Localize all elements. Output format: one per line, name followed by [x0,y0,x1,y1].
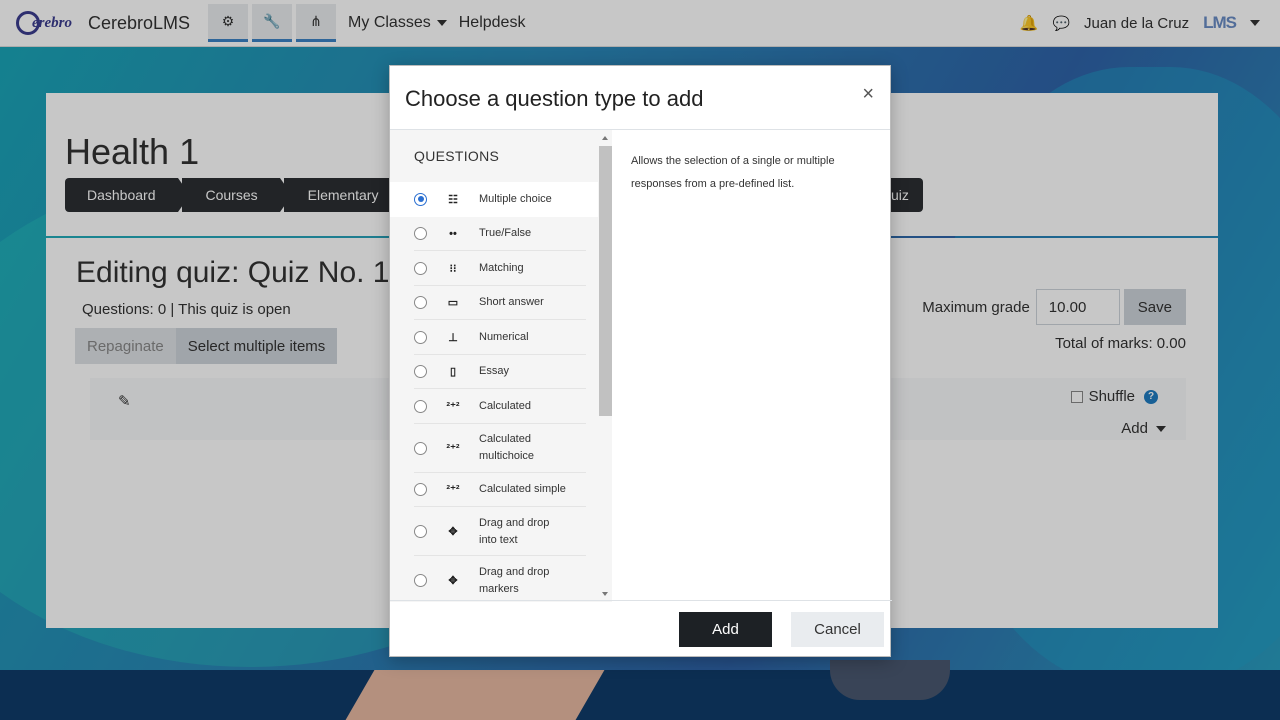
question-type-list[interactable]: QUESTIONS ☷ Multiple choice •• True/False ⁝⁝… [390,130,612,602]
scroll-thumb[interactable] [599,146,612,416]
question-type-radio[interactable] [414,399,427,413]
question-type-item[interactable]: ☷ Multiple choice [390,182,612,217]
matching-icon: ⁝⁝ [449,262,457,275]
move-arrows-icon: ✥ [448,526,458,538]
question-type-radio[interactable] [414,441,427,455]
close-icon[interactable]: × [862,84,874,104]
dialog-body: QUESTIONS ☷ Multiple choice •• True/False ⁝⁝… [390,130,892,602]
question-type-label: Matching [479,261,524,274]
question-type-label: Drag and drop into text [479,516,550,546]
question-type-item[interactable]: ⊥ Numerical [390,320,612,355]
question-type-radio[interactable] [414,296,427,310]
question-type-item[interactable]: ▯ Essay [390,355,612,390]
question-type-radio[interactable] [414,330,427,344]
question-type-item[interactable]: ▭ Short answer [390,286,612,321]
scroll-up-icon[interactable] [602,136,608,140]
question-type-item[interactable]: ✥ Drag and drop into text [390,507,612,556]
question-type-item[interactable]: ✥ Drag and drop markers [390,556,612,602]
question-type-item[interactable]: ⁝⁝ Matching [390,251,612,286]
calculated-simple-icon: ²⁺² [446,484,460,497]
two-dots-icon: •• [449,227,457,240]
dialog-footer: Add Cancel [390,600,892,656]
cancel-button[interactable]: Cancel [791,612,884,647]
move-arrows-icon: ✥ [448,575,458,587]
calculated-icon: ²⁺² [446,400,460,413]
numerical-icon: ⊥ [448,331,458,344]
question-type-radio[interactable] [414,525,427,538]
question-type-radio[interactable] [414,574,427,587]
scroll-down-icon[interactable] [602,592,608,596]
question-items: ☷ Multiple choice •• True/False ⁝⁝ Matching ▭ S… [390,182,612,602]
question-type-label: True/False [479,227,532,240]
question-type-label: Calculated [479,399,531,412]
question-type-radio[interactable] [414,365,427,379]
add-button[interactable]: Add [679,612,772,647]
question-type-dialog: Choose a question type to add × QUESTION… [389,65,892,657]
question-type-label: Numerical [479,330,529,343]
question-list-heading: QUESTIONS [390,130,612,182]
question-type-radio[interactable] [414,227,427,241]
list-scrollbar[interactable] [598,130,612,602]
dialog-title: Choose a question type to add [405,86,704,111]
question-type-item[interactable]: ²⁺² Calculated [390,389,612,424]
question-type-label: Calculated multichoice [479,433,535,462]
short-answer-icon: ▭ [447,297,459,310]
question-type-label: Short answer [479,296,544,309]
question-type-label: Calculated simple [479,483,566,496]
question-type-item[interactable]: •• True/False [390,217,612,252]
essay-icon: ▯ [449,366,457,379]
question-type-radio[interactable] [414,192,427,206]
question-type-item[interactable]: ²⁺² Calculated simple [390,473,612,508]
dialog-header: Choose a question type to add × [390,66,890,130]
question-type-label: Essay [479,365,509,378]
list-icon: ☷ [448,193,458,206]
question-type-radio[interactable] [414,483,427,497]
question-type-radio[interactable] [414,261,427,275]
question-type-label: Multiple choice [479,192,552,205]
calculated-multichoice-icon: ²⁺² [446,442,460,455]
question-type-item[interactable]: ²⁺² Calculated multichoice [390,424,612,473]
question-type-label: Drag and drop markers [479,565,550,595]
question-type-description: Allows the selection of a single or mult… [631,155,835,190]
